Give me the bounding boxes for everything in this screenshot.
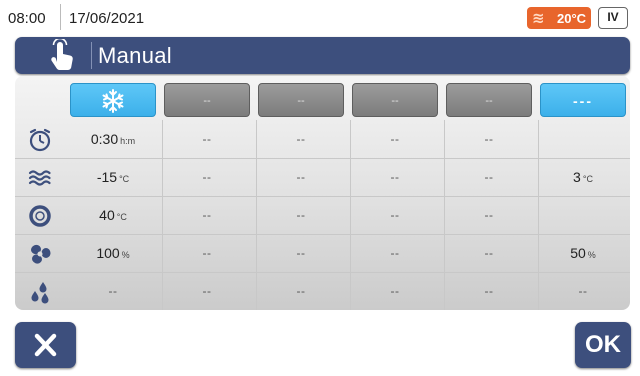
table-cell[interactable]: -- — [161, 158, 253, 196]
ok-button[interactable]: OK — [575, 322, 631, 368]
cell-value: -- — [202, 170, 212, 184]
timer-icon — [29, 128, 51, 152]
header-divider — [91, 42, 92, 69]
cell-value: -- — [484, 246, 494, 260]
cell-value: -- — [484, 284, 494, 298]
program-table: -- -- -- -- --- 0:30 h:m -- -- -- -- -15… — [15, 76, 630, 310]
table-cell[interactable]: -- — [349, 158, 441, 196]
phase-button-3[interactable]: -- — [258, 83, 344, 117]
phase-button-2[interactable]: -- — [164, 83, 250, 117]
cell-unit: % — [121, 250, 130, 260]
table-cell[interactable]: -- — [349, 272, 441, 310]
phase-button-1[interactable] — [70, 83, 156, 117]
cell-value: 0:30 — [90, 131, 119, 147]
cell-value: 3 — [573, 169, 581, 185]
level-badge: IV — [598, 7, 628, 29]
table-cell[interactable]: 50% — [537, 234, 629, 272]
cell-value: -- — [202, 132, 212, 146]
cell-value: -- — [296, 132, 306, 146]
cell-value: -- — [296, 246, 306, 260]
table-cell[interactable]: -- — [255, 272, 347, 310]
cell-value: -- — [390, 284, 400, 298]
cell-unit: % — [587, 250, 596, 260]
table-cell[interactable]: -- — [255, 196, 347, 234]
table-cell[interactable]: 0:30 h:m — [67, 120, 159, 158]
cell-value: -- — [296, 208, 306, 222]
cell-unit: °C — [582, 174, 593, 184]
table-cell[interactable]: -- — [443, 196, 535, 234]
cell-value: -- — [484, 208, 494, 222]
cell-unit: °C — [116, 212, 127, 222]
table-cell[interactable]: -- — [443, 120, 535, 158]
table-cell[interactable]: -- — [161, 234, 253, 272]
table-cell[interactable]: -- — [349, 196, 441, 234]
table-cell[interactable] — [537, 120, 629, 158]
cell-value: -- — [202, 284, 212, 298]
close-icon — [34, 333, 57, 357]
cell-value: -- — [296, 284, 306, 298]
cell-value: -- — [390, 170, 400, 184]
heat-wave-icon: ≋ — [532, 10, 545, 27]
cell-value: -- — [390, 246, 400, 260]
status-bar: 08:00 17/06/2021 ≋ 20°C IV — [0, 0, 640, 36]
table-cell[interactable]: -- — [443, 272, 535, 310]
table-cell[interactable]: -- — [161, 120, 253, 158]
table-cell[interactable]: -- — [443, 158, 535, 196]
cell-value: -- — [108, 284, 118, 298]
mode-header: Manual — [15, 37, 630, 74]
table-cell[interactable]: -- — [443, 234, 535, 272]
cancel-button[interactable] — [15, 322, 76, 368]
phase-button-hold[interactable]: --- — [540, 83, 626, 117]
phase-button-5[interactable]: -- — [446, 83, 532, 117]
table-cell[interactable]: -- — [349, 234, 441, 272]
humidity-icon — [31, 282, 49, 304]
air-temperature-icon — [28, 170, 51, 186]
clock-date: 17/06/2021 — [69, 10, 145, 27]
cell-value: 50 — [570, 245, 586, 261]
table-cell[interactable]: -15 °C — [67, 158, 159, 196]
cell-value: -- — [296, 170, 306, 184]
phase-button-4[interactable]: -- — [352, 83, 438, 117]
hand-touch-icon[interactable] — [40, 37, 80, 72]
page-title: Manual — [98, 43, 172, 68]
table-cell[interactable]: -- — [161, 272, 253, 310]
table-cell[interactable]: -- — [161, 196, 253, 234]
temperature-value: 20°C — [557, 11, 587, 26]
cell-value: -- — [578, 284, 588, 298]
table-cell[interactable]: 100% — [67, 234, 159, 272]
table-cell[interactable]: -- — [537, 272, 629, 310]
table-cell[interactable] — [537, 196, 629, 234]
cell-value: -- — [202, 246, 212, 260]
cell-unit: °C — [119, 174, 130, 184]
cell-value: -- — [484, 170, 494, 184]
cell-value: 100 — [96, 245, 120, 261]
table-cell[interactable]: 40 °C — [67, 196, 159, 234]
table-cell[interactable]: -- — [255, 120, 347, 158]
table-cell[interactable]: 3 °C — [537, 158, 629, 196]
cell-value: -- — [202, 208, 212, 222]
table-cell[interactable]: -- — [349, 120, 441, 158]
cell-value: -- — [390, 132, 400, 146]
temperature-badge: ≋ 20°C — [527, 7, 591, 29]
snowflake-icon — [102, 89, 124, 113]
table-cell[interactable]: -- — [255, 158, 347, 196]
status-divider — [60, 4, 61, 30]
clock-time: 08:00 — [8, 10, 46, 27]
core-probe-icon — [29, 205, 51, 227]
cell-value: 40 — [99, 207, 115, 223]
fan-icon — [31, 244, 51, 264]
table-cell[interactable]: -- — [67, 272, 159, 310]
table-cell[interactable]: -- — [255, 234, 347, 272]
cell-value: -15 — [96, 169, 118, 185]
cell-value: -- — [484, 132, 494, 146]
cell-unit: h:m — [120, 136, 136, 146]
cell-value: -- — [390, 208, 400, 222]
